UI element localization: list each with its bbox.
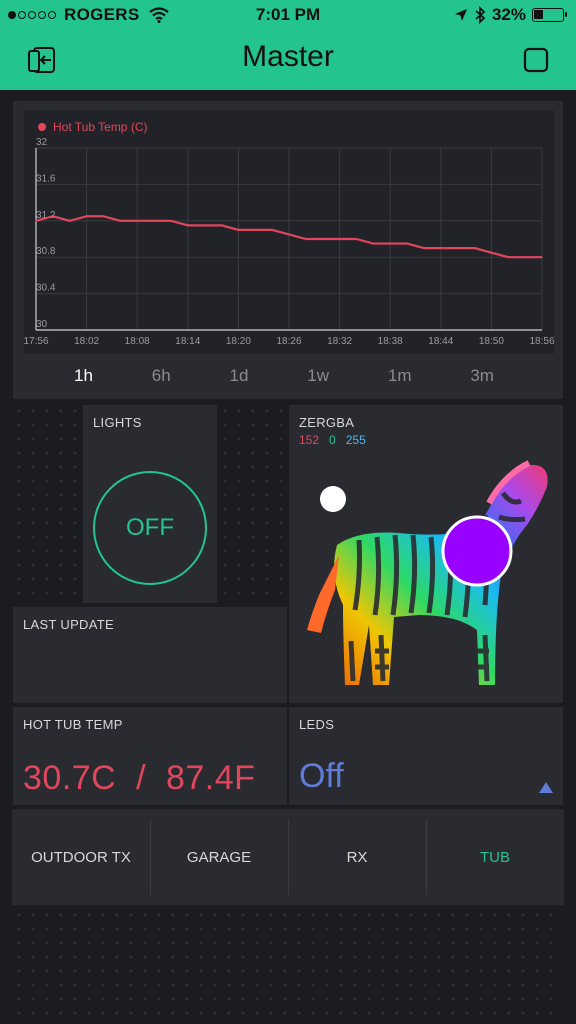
period-3m[interactable]: 3m [470, 366, 494, 386]
app-header: Master [0, 30, 576, 90]
hot-tub-temp-label: HOT TUB TEMP [23, 717, 123, 732]
leds-label: LEDS [299, 717, 335, 732]
tab-rx[interactable]: RX [288, 809, 426, 905]
dropdown-arrow-icon[interactable] [539, 782, 553, 793]
data-point [305, 238, 307, 240]
zergba-widget: ZERGBA 152 0 255 [288, 404, 564, 704]
data-point [389, 242, 392, 245]
data-point [153, 220, 155, 222]
data-point [507, 256, 510, 258]
x-tick-label: 17:56 [24, 336, 49, 347]
data-point [288, 233, 290, 236]
last-update-label: LAST UPDATE [23, 617, 114, 632]
data-point [372, 242, 375, 245]
app-root: ROGERS 7:01 PM 32% Master Hot Tub Temp (… [0, 0, 576, 1024]
data-point [52, 215, 54, 218]
tab-bar: OUTDOOR TX GARAGE RX TUB [12, 809, 564, 905]
data-point [119, 220, 122, 222]
y-tick-label: 31.6 [36, 173, 56, 184]
status-bar: ROGERS 7:01 PM 32% [0, 0, 576, 30]
square-icon [523, 47, 549, 73]
page-title: Master [242, 40, 334, 73]
data-point [473, 247, 476, 249]
data-point [456, 247, 459, 249]
data-point [321, 238, 324, 240]
hot-tub-temp-value: 30.7C / 87.4F [23, 759, 256, 797]
y-tick-label: 30.4 [36, 283, 56, 294]
bluetooth-icon [475, 6, 486, 24]
empty-grid-slot [12, 404, 82, 604]
data-point [237, 229, 240, 231]
leds-value: Off [299, 757, 344, 795]
data-point [355, 238, 358, 240]
data-point [440, 247, 442, 249]
lights-label: LIGHTS [93, 415, 142, 430]
chart-panel: Hot Tub Temp (C) 30 30.4 30.8 31.2 31.6 32 17:… [24, 110, 554, 354]
data-point [423, 247, 425, 249]
status-icons: 32% [454, 5, 567, 25]
period-6h[interactable]: 6h [152, 366, 171, 386]
period-1w[interactable]: 1w [307, 366, 329, 386]
x-tick-label: 18:08 [125, 336, 150, 347]
battery-icon [532, 8, 567, 22]
x-tick-label: 18:56 [529, 336, 554, 347]
color-selector-handle[interactable] [441, 515, 513, 587]
line-chart[interactable]: 3030.430.831.231.63217:56 18:02 18:08 18:14… [24, 110, 554, 354]
x-tick-label: 18:44 [428, 336, 453, 347]
data-point [170, 220, 172, 222]
hot-tub-temp-widget: HOT TUB TEMP 30.7C / 87.4F [12, 706, 288, 806]
color-picker[interactable] [289, 445, 565, 705]
data-point [406, 242, 408, 245]
x-tick-label: 18:32 [327, 336, 352, 347]
last-update-widget: LAST UPDATE [12, 606, 288, 704]
data-point [271, 229, 273, 231]
lights-widget: LIGHTS OFF [82, 404, 218, 604]
data-point [490, 251, 493, 254]
stop-button[interactable] [518, 42, 554, 78]
data-point [68, 220, 71, 222]
empty-grid-slot [218, 404, 288, 604]
data-point [220, 224, 223, 227]
period-1m[interactable]: 1m [388, 366, 412, 386]
period-1h[interactable]: 1h [74, 366, 93, 386]
leds-widget: LEDS Off [288, 706, 564, 806]
data-point [203, 224, 206, 227]
empty-grid-area [12, 908, 564, 1018]
tab-tub[interactable]: TUB [426, 809, 564, 905]
data-point [102, 215, 105, 218]
brightness-handle[interactable] [320, 486, 346, 512]
zergba-label: ZERGBA [299, 415, 355, 430]
data-point [541, 256, 543, 258]
data-point [524, 256, 526, 258]
data-point [187, 224, 189, 227]
x-tick-label: 18:26 [276, 336, 301, 347]
x-tick-label: 18:14 [175, 336, 200, 347]
lights-state: OFF [126, 514, 174, 541]
tab-garage[interactable]: GARAGE [150, 809, 288, 905]
x-tick-label: 18:02 [74, 336, 99, 347]
period-selector: 1h 6h 1d 1w 1m 3m [74, 366, 494, 386]
tab-outdoor-tx[interactable]: OUTDOOR TX [12, 809, 150, 905]
location-arrow-icon [454, 9, 467, 21]
x-tick-label: 18:20 [226, 336, 251, 347]
data-point [254, 229, 257, 231]
data-point [136, 220, 138, 222]
y-tick-label: 30.8 [36, 246, 56, 257]
data-point [338, 238, 341, 240]
x-tick-label: 18:50 [479, 336, 504, 347]
period-1d[interactable]: 1d [230, 366, 249, 386]
battery-percent: 32% [491, 5, 526, 24]
data-point [35, 220, 37, 222]
y-tick-label: 30 [36, 319, 48, 330]
x-tick-label: 18:38 [378, 336, 403, 347]
data-point [85, 215, 88, 218]
y-tick-label: 32 [36, 137, 48, 148]
lights-toggle-button[interactable]: OFF [93, 471, 207, 585]
